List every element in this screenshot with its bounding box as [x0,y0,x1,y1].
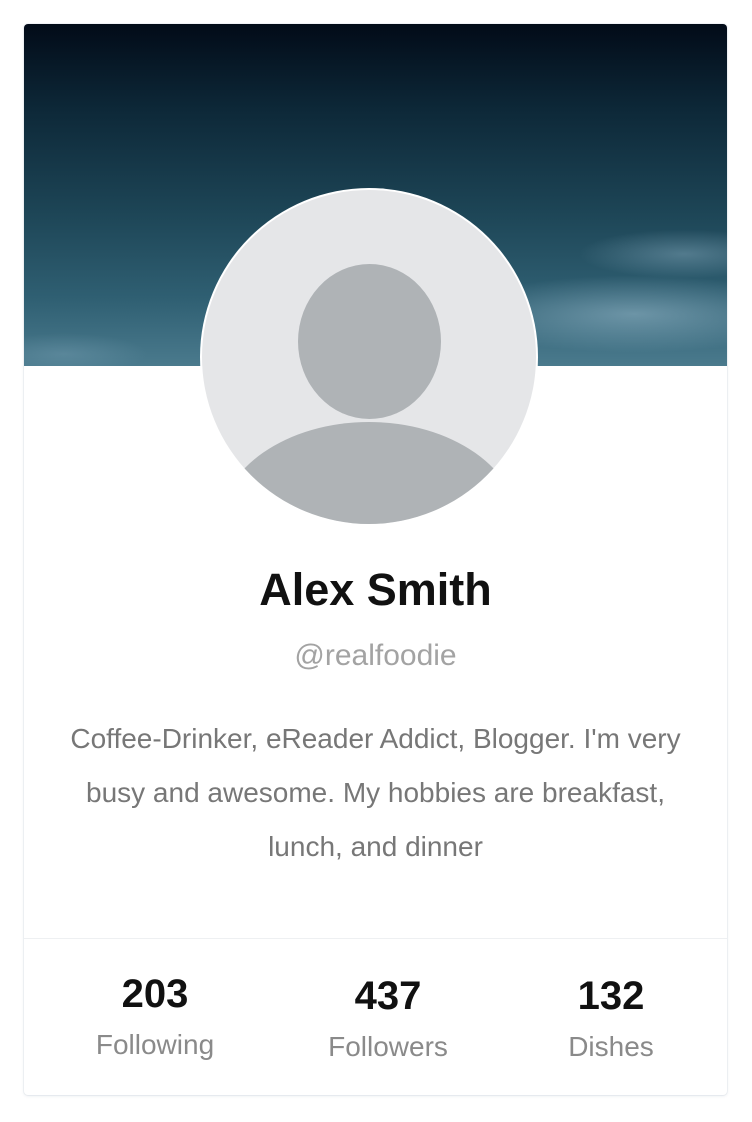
profile-bio: Coffee-Drinker, eReader Addict, Blogger.… [70,723,681,862]
avatar-head-silhouette [298,264,441,419]
profile-name: Alex Smith [259,564,492,615]
profile-stats: 203 Following 437 Followers 132 Dishes [24,938,727,1095]
stat-followers[interactable]: 437 Followers [278,971,498,1067]
avatar-body-silhouette [219,422,519,524]
stat-value: 132 [577,974,645,1018]
avatar[interactable] [202,190,536,524]
stat-following[interactable]: 203 Following [45,969,265,1065]
profile-handle[interactable]: @realfoodie [24,636,727,676]
stat-value: 203 [121,972,189,1016]
stat-label: Following [95,1029,215,1060]
stat-value: 437 [354,974,422,1018]
stat-dishes[interactable]: 132 Dishes [501,971,721,1067]
profile-card: Alex Smith @realfoodie Coffee-Drinker, e… [24,24,727,1095]
stat-label: Dishes [568,1031,654,1062]
stat-label: Followers [328,1031,448,1062]
